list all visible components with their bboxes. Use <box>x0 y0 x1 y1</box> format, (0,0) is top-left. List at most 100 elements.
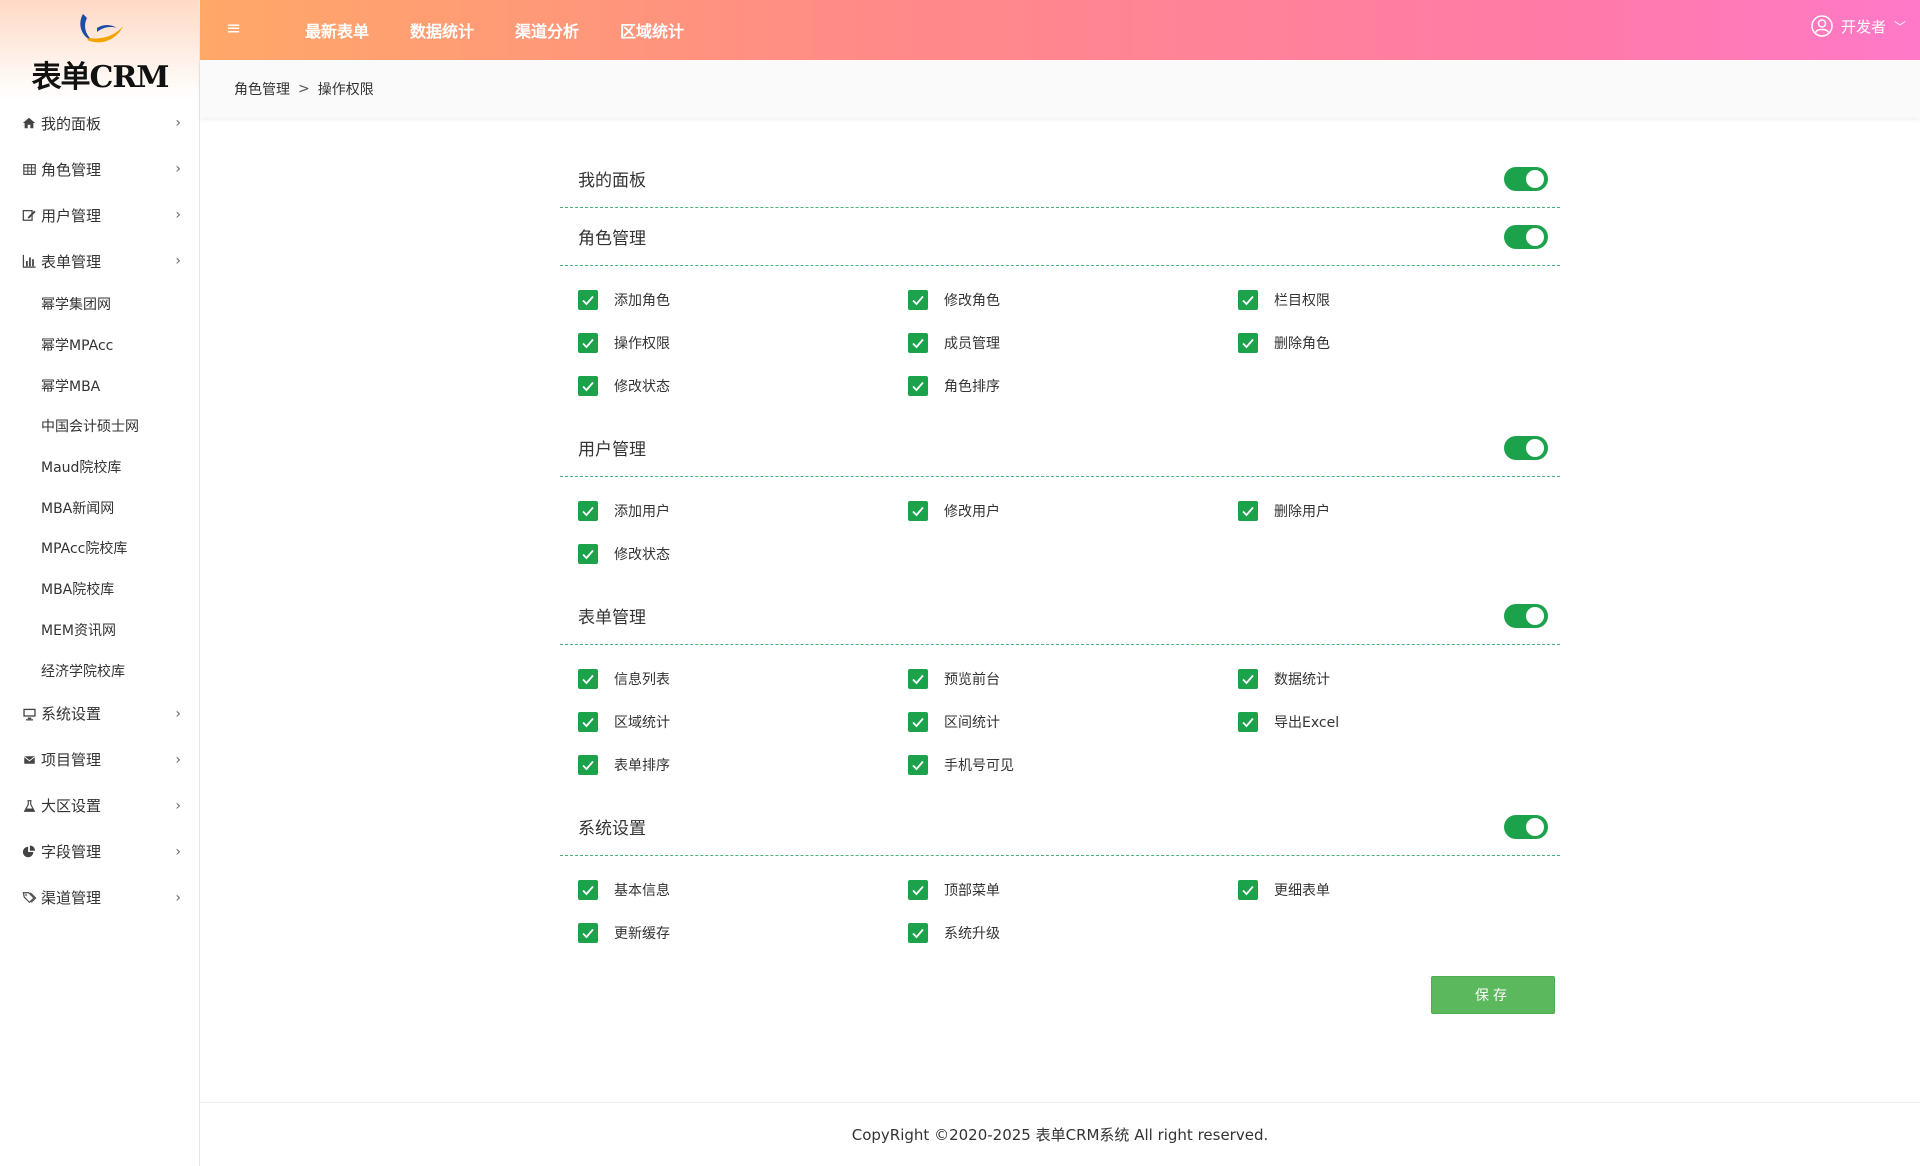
checkbox-checked-icon[interactable] <box>1238 879 1258 900</box>
permission-checkbox[interactable]: 修改状态 <box>578 532 908 575</box>
permission-label: 更细表单 <box>1274 882 1330 899</box>
checkbox-checked-icon[interactable] <box>1238 500 1258 521</box>
section-toggle[interactable] <box>1504 603 1548 628</box>
chevron-right-icon: › <box>175 115 181 131</box>
permission-checkbox[interactable]: 修改状态 <box>578 364 908 407</box>
checkbox-checked-icon[interactable] <box>578 668 598 689</box>
checkbox-checked-icon[interactable] <box>578 332 598 353</box>
permission-checkbox[interactable]: 栏目权限 <box>1238 278 1568 321</box>
user-icon <box>1811 15 1833 37</box>
sidebar-subitem[interactable]: MBA院校库 <box>0 569 199 610</box>
top-nav-item[interactable]: 区域统计 <box>620 18 684 42</box>
sidebar-subitem[interactable]: 经济学院校库 <box>0 650 199 691</box>
checkbox-checked-icon[interactable] <box>1238 668 1258 689</box>
checkbox-checked-icon[interactable] <box>908 754 928 775</box>
user-name: 开发者 <box>1840 17 1886 36</box>
checkbox-checked-icon[interactable] <box>908 332 928 353</box>
permission-checkbox[interactable]: 删除用户 <box>1238 489 1568 532</box>
sidebar-subitem[interactable]: 幂学MBA <box>0 365 199 406</box>
sidebar-item-2[interactable]: 大区设置 › <box>0 783 199 829</box>
permission-checkbox[interactable]: 手机号可见 <box>908 743 1238 786</box>
sidebar-item-0[interactable]: 系统设置 › <box>0 691 199 737</box>
section-header: 我的面板 <box>560 150 1560 208</box>
sidebar-item-1[interactable]: 角色管理 › <box>0 146 199 192</box>
permission-checkbox[interactable]: 系统升级 <box>908 911 1238 954</box>
chevron-right-icon: › <box>175 889 181 906</box>
checkbox-checked-icon[interactable] <box>578 289 598 310</box>
section-toggle[interactable] <box>1504 435 1548 460</box>
sidebar-item-2[interactable]: 用户管理 › <box>0 192 199 238</box>
permission-checkbox[interactable]: 基本信息 <box>578 868 908 911</box>
checkbox-checked-icon[interactable] <box>908 289 928 310</box>
permission-checkbox[interactable]: 更新缓存 <box>578 911 908 954</box>
section-title: 用户管理 <box>578 440 646 460</box>
checkbox-checked-icon[interactable] <box>1238 289 1258 310</box>
sidebar-item-4[interactable]: 渠道管理 › <box>0 875 199 921</box>
permission-label: 区域统计 <box>614 714 670 731</box>
permission-checkbox[interactable]: 区域统计 <box>578 700 908 743</box>
permission-checkbox[interactable]: 更细表单 <box>1238 868 1568 911</box>
save-button[interactable]: 保存 <box>1431 976 1555 1014</box>
permission-checkbox[interactable]: 区间统计 <box>908 700 1238 743</box>
breadcrumb-parent[interactable]: 角色管理 <box>234 79 290 99</box>
permission-section: 用户管理 添加用户 修改用户 删除用户 修改状态 <box>560 419 1560 587</box>
permission-label: 信息列表 <box>614 671 670 688</box>
user-menu[interactable]: 开发者 ﹀ <box>1811 15 1906 37</box>
permission-checkbox[interactable]: 成员管理 <box>908 321 1238 364</box>
checkbox-checked-icon[interactable] <box>578 754 598 775</box>
checkbox-checked-icon[interactable] <box>908 879 928 900</box>
chevron-right-icon: › <box>175 843 181 860</box>
sidebar-subitem[interactable]: Maud院校库 <box>0 447 199 488</box>
permission-checkbox[interactable]: 添加角色 <box>578 278 908 321</box>
checkbox-checked-icon[interactable] <box>578 500 598 521</box>
section-title: 系统设置 <box>578 819 646 839</box>
sidebar-subitem[interactable]: MEM资讯网 <box>0 610 199 651</box>
checkbox-checked-icon[interactable] <box>908 711 928 732</box>
checkbox-checked-icon[interactable] <box>908 922 928 943</box>
permission-checkbox[interactable]: 表单排序 <box>578 743 908 786</box>
checkbox-checked-icon[interactable] <box>578 922 598 943</box>
checkbox-checked-icon[interactable] <box>578 879 598 900</box>
hamburger-icon[interactable]: ≡ <box>226 18 242 40</box>
top-nav-item[interactable]: 最新表单 <box>305 18 369 42</box>
permission-section: 系统设置基本信息 顶部菜单 更细表单更新缓存 系统升级 <box>560 798 1560 966</box>
permission-checkbox[interactable]: 删除角色 <box>1238 321 1568 364</box>
checkbox-checked-icon[interactable] <box>578 711 598 732</box>
sidebar-subitem[interactable]: 幂学集团网 <box>0 284 199 325</box>
chevron-right-icon: › <box>175 705 181 722</box>
sidebar-subitem[interactable]: 中国会计硕士网 <box>0 406 199 447</box>
permission-checkbox[interactable]: 数据统计 <box>1238 657 1568 700</box>
permission-checkbox[interactable]: 预览前台 <box>908 657 1238 700</box>
sidebar-item-0[interactable]: 我的面板 › <box>0 100 199 146</box>
permission-checkbox[interactable]: 修改用户 <box>908 489 1238 532</box>
permission-checkbox[interactable]: 操作权限 <box>578 321 908 364</box>
permission-checkbox[interactable]: 添加用户 <box>578 489 908 532</box>
checkbox-checked-icon[interactable] <box>578 543 598 564</box>
save-area: 保存 <box>560 966 1560 1046</box>
sidebar-item-3[interactable]: 字段管理 › <box>0 829 199 875</box>
permission-checkbox[interactable]: 顶部菜单 <box>908 868 1238 911</box>
top-nav-item[interactable]: 渠道分析 <box>515 18 579 42</box>
sidebar-item-3[interactable]: 表单管理 › <box>0 238 199 284</box>
checkbox-checked-icon[interactable] <box>578 375 598 396</box>
section-toggle[interactable] <box>1504 166 1548 191</box>
sidebar-item-1[interactable]: 项目管理 › <box>0 737 199 783</box>
section-toggle[interactable] <box>1504 224 1548 249</box>
logo[interactable]: 表单CRM <box>0 0 199 100</box>
checkbox-checked-icon[interactable] <box>908 668 928 689</box>
checkbox-checked-icon[interactable] <box>908 375 928 396</box>
permission-checkbox[interactable]: 导出Excel <box>1238 700 1568 743</box>
permission-checkbox[interactable]: 角色排序 <box>908 364 1238 407</box>
sidebar-subitem[interactable]: MBA新闻网 <box>0 487 199 528</box>
permission-checkbox[interactable]: 修改角色 <box>908 278 1238 321</box>
permission-checkbox[interactable]: 信息列表 <box>578 657 908 700</box>
checkbox-checked-icon[interactable] <box>1238 332 1258 353</box>
permission-label: 预览前台 <box>944 671 1000 688</box>
top-nav-item[interactable]: 数据统计 <box>410 18 474 42</box>
permission-grid: 信息列表 预览前台 数据统计 区域统计 区间统计 导出Excel 表单排序 手机号可见 <box>560 645 1560 798</box>
sidebar-subitem[interactable]: 幂学MPAcc <box>0 325 199 366</box>
section-toggle[interactable] <box>1504 814 1548 839</box>
checkbox-checked-icon[interactable] <box>1238 711 1258 732</box>
sidebar-subitem[interactable]: MPAcc院校库 <box>0 528 199 569</box>
checkbox-checked-icon[interactable] <box>908 500 928 521</box>
